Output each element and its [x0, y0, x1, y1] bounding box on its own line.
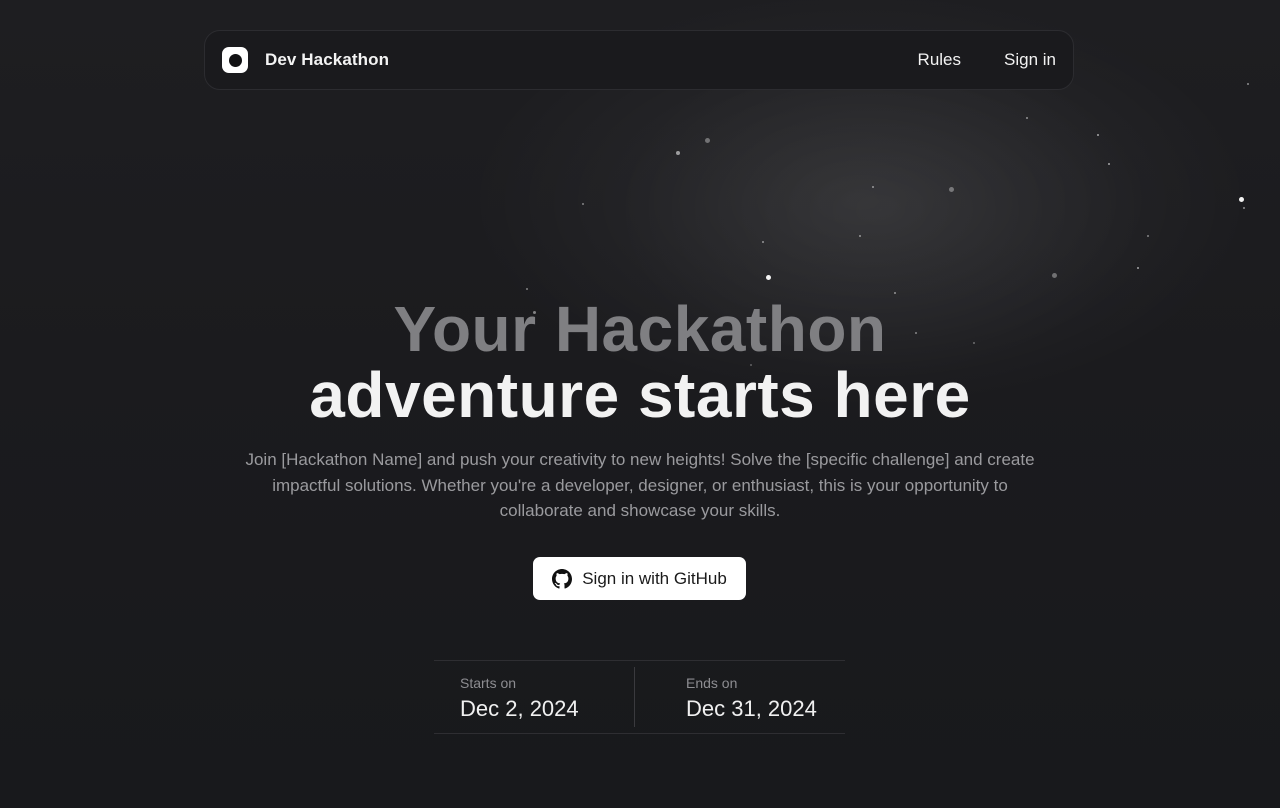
end-date-value: Dec 31, 2024 — [686, 696, 817, 721]
star — [1147, 235, 1149, 237]
hero-title-line-1: Your Hackathon — [393, 293, 887, 365]
star — [949, 187, 954, 192]
end-date-label: Ends on — [686, 675, 738, 691]
github-button-label: Sign in with GitHub — [582, 568, 727, 588]
rules-link[interactable]: Rules — [918, 50, 961, 70]
circle-logo-icon[interactable] — [222, 47, 248, 73]
star — [1052, 273, 1057, 278]
brand-name[interactable]: Dev Hackathon — [265, 50, 389, 70]
star — [1026, 117, 1028, 119]
start-date-value: Dec 2, 2024 — [460, 696, 579, 721]
sign-in-link[interactable]: Sign in — [1004, 50, 1056, 70]
event-dates: Starts on Dec 2, 2024 Ends on Dec 31, 20… — [434, 660, 845, 734]
github-icon — [552, 568, 573, 589]
star — [872, 186, 874, 188]
star — [1137, 267, 1139, 269]
star — [705, 138, 710, 143]
star — [1243, 207, 1245, 209]
star — [1097, 134, 1099, 136]
star — [582, 203, 584, 205]
logo-dot — [228, 53, 242, 67]
date-divider — [634, 667, 635, 727]
hero-title-line-2: adventure starts here — [309, 359, 971, 431]
star — [1247, 83, 1249, 85]
star — [894, 292, 896, 294]
sign-in-with-github-button[interactable]: Sign in with GitHub — [533, 557, 746, 600]
star — [526, 288, 528, 290]
top-navbar: Dev Hackathon Rules Sign in — [204, 30, 1074, 90]
star — [766, 275, 771, 280]
hero-description: Join [Hackathon Name] and push your crea… — [245, 450, 1035, 520]
star — [676, 151, 680, 155]
star — [1108, 163, 1110, 165]
star — [859, 235, 861, 237]
start-date-label: Starts on — [460, 675, 517, 691]
star — [762, 241, 764, 243]
hero-title: Your Hackathon adventure starts here — [0, 296, 1280, 428]
star — [1239, 197, 1244, 202]
